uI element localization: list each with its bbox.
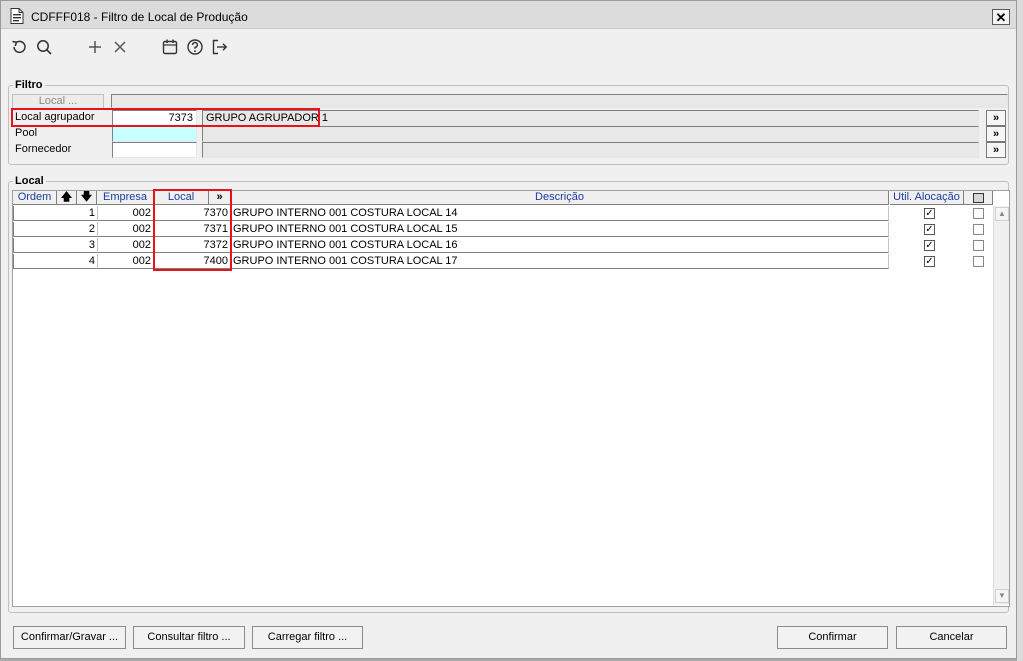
cell-local: 7400 (154, 254, 231, 269)
cell-empresa: 002 (98, 254, 154, 269)
filtro-group-label: Filtro (13, 79, 45, 91)
column-header-ordem[interactable]: Ordem (13, 191, 57, 205)
select-all-checkbox[interactable] (972, 193, 984, 203)
pool-lookup-button[interactable]: » (986, 126, 1006, 142)
local-agrupador-description: GRUPO AGRUPADOR 1 (202, 110, 979, 126)
confirmar-button[interactable]: Confirmar (777, 626, 888, 649)
undo-icon (12, 40, 26, 54)
arrow-up-icon: 🡅 (60, 191, 73, 203)
cell-empresa: 002 (98, 222, 154, 237)
cell-local: 7372 (154, 238, 231, 253)
pool-label: Pool (15, 127, 38, 139)
fornecedor-input[interactable] (112, 142, 197, 158)
calendar-button[interactable] (161, 38, 179, 56)
scroll-up-icon[interactable]: ▲ (995, 207, 1009, 221)
column-header-descricao[interactable]: Descrição (231, 191, 889, 205)
close-icon: ✕ (995, 9, 1007, 25)
undo-button[interactable] (10, 38, 28, 56)
main-window: CDFFF018 - Filtro de Local de Produção ✕ (0, 0, 1017, 659)
cell-ordem: 2 (13, 222, 98, 237)
local-field (111, 94, 1008, 108)
help-icon (187, 39, 203, 55)
consultar-filtro-button[interactable]: Consultar filtro ... (133, 626, 245, 649)
add-button[interactable] (86, 38, 104, 56)
window-title: CDFFF018 - Filtro de Local de Produção (31, 10, 248, 24)
row-select-checkbox[interactable] (973, 240, 984, 251)
vertical-scrollbar[interactable]: ▲ ▼ (993, 206, 1009, 605)
help-button[interactable] (186, 38, 204, 56)
column-header-local[interactable]: Local (154, 191, 209, 205)
util-alocacao-checkbox[interactable]: ✓ (924, 224, 935, 235)
fornecedor-description (202, 142, 979, 158)
row-select-checkbox[interactable] (973, 256, 984, 267)
local-agrupador-lookup-button[interactable]: » (986, 110, 1006, 126)
toolbar (1, 30, 1016, 63)
sort-down-button[interactable]: 🡇 (77, 191, 97, 205)
add-icon (89, 41, 101, 53)
delete-icon (114, 41, 126, 53)
cell-ordem: 4 (13, 254, 98, 269)
fornecedor-label: Fornecedor (15, 143, 72, 155)
cancelar-button[interactable]: Cancelar (896, 626, 1007, 649)
cell-ordem: 1 (13, 206, 98, 221)
calendar-icon (162, 39, 178, 55)
exit-icon (212, 39, 228, 55)
local-column-more-button[interactable]: » (209, 191, 231, 205)
local-agrupador-input[interactable]: 7373 (112, 110, 197, 126)
column-header-empresa[interactable]: Empresa (97, 191, 154, 205)
table-row[interactable]: 3 002 7372 GRUPO INTERNO 001 COSTURA LOC… (13, 238, 889, 254)
carregar-filtro-button[interactable]: Carregar filtro ... (252, 626, 363, 649)
cell-descricao: GRUPO INTERNO 001 COSTURA LOCAL 14 (231, 206, 889, 221)
util-alocacao-checkbox[interactable]: ✓ (924, 256, 935, 267)
arrow-down-icon: 🡇 (80, 191, 93, 203)
sort-up-button[interactable]: 🡅 (57, 191, 77, 205)
column-header-util-alocacao[interactable]: Util. Alocação (890, 191, 964, 205)
cell-descricao: GRUPO INTERNO 001 COSTURA LOCAL 16 (231, 238, 889, 253)
select-all-header[interactable] (964, 191, 993, 205)
row-select-checkbox[interactable] (973, 224, 984, 235)
pool-description (202, 126, 979, 142)
search-button[interactable] (35, 38, 53, 56)
table-row[interactable]: 4 002 7400 GRUPO INTERNO 001 COSTURA LOC… (13, 254, 889, 270)
cell-empresa: 002 (98, 206, 154, 221)
local-group-label: Local (13, 175, 46, 187)
confirmar-gravar-button[interactable]: Confirmar/Gravar ... (13, 626, 126, 649)
close-button[interactable]: ✕ (992, 9, 1010, 25)
row-select-checkbox[interactable] (973, 208, 984, 219)
table-row[interactable]: 1 002 7370 GRUPO INTERNO 001 COSTURA LOC… (13, 206, 889, 222)
local-button[interactable]: Local ... (12, 94, 104, 109)
scroll-down-icon[interactable]: ▼ (995, 589, 1009, 603)
cell-local: 7371 (154, 222, 231, 237)
cell-empresa: 002 (98, 238, 154, 253)
local-agrupador-label: Local agrupador (15, 111, 95, 123)
cell-ordem: 3 (13, 238, 98, 253)
table-row[interactable]: 2 002 7371 GRUPO INTERNO 001 COSTURA LOC… (13, 222, 889, 238)
cell-descricao: GRUPO INTERNO 001 COSTURA LOCAL 15 (231, 222, 889, 237)
pool-input[interactable] (112, 126, 197, 142)
cell-descricao: GRUPO INTERNO 001 COSTURA LOCAL 17 (231, 254, 889, 269)
window-edge (1017, 0, 1023, 661)
delete-button[interactable] (111, 38, 129, 56)
search-icon (37, 40, 52, 55)
title-bar: CDFFF018 - Filtro de Local de Produção ✕ (1, 1, 1016, 29)
util-alocacao-checkbox[interactable]: ✓ (924, 208, 935, 219)
document-icon (10, 8, 24, 24)
fornecedor-lookup-button[interactable]: » (986, 142, 1006, 158)
util-alocacao-checkbox[interactable]: ✓ (924, 240, 935, 251)
cell-local: 7370 (154, 206, 231, 221)
exit-button[interactable] (211, 38, 229, 56)
